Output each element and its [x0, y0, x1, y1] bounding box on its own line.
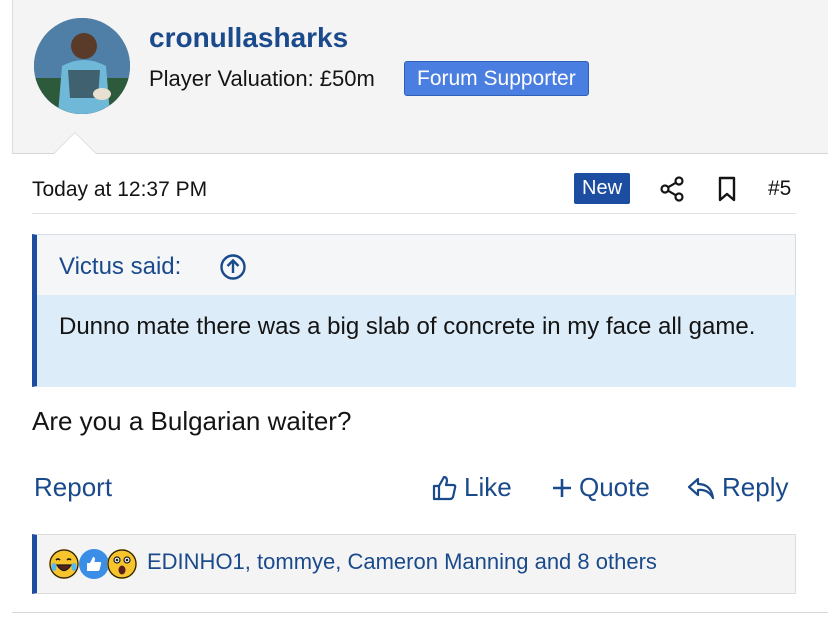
- reactions-summary[interactable]: EDINHO1, tommye, Cameron Manning and 8 o…: [147, 549, 657, 575]
- quote-button[interactable]: Quote: [551, 472, 650, 503]
- wow-emoji-icon: [107, 549, 137, 579]
- arrow-up-circle-icon[interactable]: [219, 253, 247, 281]
- like-emoji-icon: [79, 549, 109, 579]
- avatar[interactable]: [34, 18, 130, 114]
- forum-supporter-badge: Forum Supporter: [404, 61, 589, 96]
- reply-arrow-icon: [687, 477, 715, 499]
- plus-icon: [553, 478, 571, 497]
- quote-body: Dunno mate there was a big slab of concr…: [37, 295, 796, 387]
- share-icon[interactable]: [658, 175, 686, 203]
- player-valuation: Player Valuation: £50m: [149, 66, 375, 91]
- reply-label: Reply: [722, 472, 789, 502]
- report-link[interactable]: Report: [34, 472, 112, 503]
- post-meta-bar: Today at 12:37 PM New #5: [32, 170, 796, 214]
- divider: [12, 612, 828, 613]
- header-arrow: [54, 133, 96, 154]
- post-timestamp[interactable]: Today at 12:37 PM: [32, 178, 207, 202]
- report-label: Report: [34, 472, 113, 502]
- thumbs-up-icon: [432, 475, 457, 500]
- username-link[interactable]: cronullasharks: [149, 22, 348, 54]
- reactions-bar[interactable]: EDINHO1, tommye, Cameron Manning and 8 o…: [32, 534, 796, 594]
- post-number-link[interactable]: #5: [768, 177, 791, 201]
- new-badge: New: [574, 173, 631, 204]
- laughing-emoji-icon: [49, 549, 79, 579]
- quote-label: Quote: [579, 472, 650, 502]
- post-body-text: Are you a Bulgarian waiter?: [32, 406, 352, 436]
- bookmark-icon[interactable]: [714, 175, 740, 203]
- like-label: Like: [464, 472, 512, 502]
- quote-author[interactable]: Victus said:: [59, 253, 181, 281]
- like-button[interactable]: Like: [430, 472, 512, 503]
- quote-block: Victus said: Dunno mate there was a big …: [32, 234, 796, 387]
- reply-button[interactable]: Reply: [686, 472, 788, 503]
- user-header: cronullasharks Player Valuation: £50m Fo…: [12, 0, 828, 154]
